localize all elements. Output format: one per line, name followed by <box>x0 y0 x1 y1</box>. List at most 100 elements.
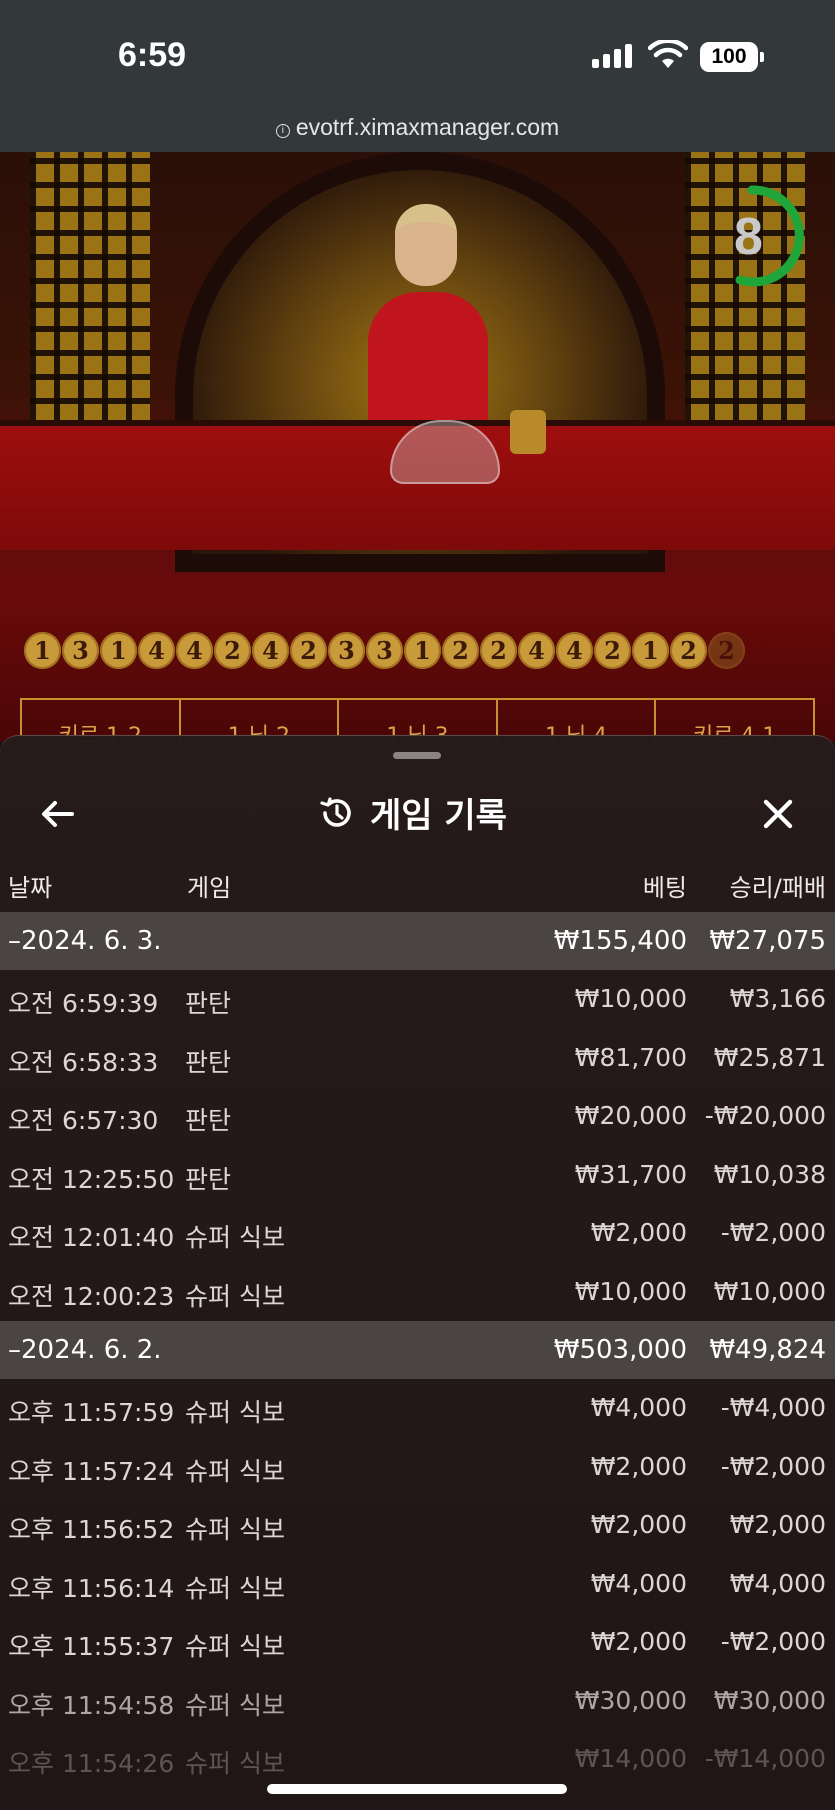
row-bet: ₩4,000 <box>590 1568 687 1598</box>
history-list: –2024. 6. 3. ₩155,400 ₩27,075 오전 6:59:39… <box>0 912 835 1789</box>
day-header[interactable]: –2024. 6. 3. ₩155,400 ₩27,075 <box>0 912 835 970</box>
title-text: 게임 기록 <box>370 796 507 836</box>
history-row[interactable]: 오전 6:59:39 판탄 ₩10,000 ₩3,166 <box>0 970 835 1029</box>
row-result: -₩4,000 <box>720 1393 826 1422</box>
home-indicator[interactable] <box>267 1784 567 1794</box>
row-game: 슈퍼 식보 <box>185 1515 285 1544</box>
history-row[interactable]: 오후 11:54:26 슈퍼 식보 ₩14,000 -₩14,000 <box>0 1730 835 1789</box>
history-row[interactable]: 오후 11:57:59 슈퍼 식보 ₩4,000 -₩4,000 <box>0 1379 835 1438</box>
arrow-left-icon[interactable] <box>36 792 80 836</box>
game-history-panel: 게임 기록 날짜 게임 베팅 승리/패배 –2024. 6. 3. ₩155,4… <box>0 735 835 1810</box>
row-game: 슈퍼 식보 <box>185 1632 285 1661</box>
row-result: ₩2,000 <box>729 1510 826 1539</box>
history-ball: 3 <box>62 632 99 669</box>
row-game: 판탄 <box>185 1047 232 1077</box>
row-game: 슈퍼 식보 <box>185 1749 285 1778</box>
column-game: 게임 <box>187 874 232 902</box>
dealer-head <box>395 204 457 286</box>
history-row[interactable]: 오전 6:58:33 판탄 ₩81,700 ₩25,871 <box>0 1029 835 1088</box>
panel-title: 게임 기록 <box>318 788 507 837</box>
day-bet-total: ₩155,400 <box>553 926 687 956</box>
timer-value: 8 <box>734 208 763 266</box>
history-ball: 2 <box>442 632 479 669</box>
row-bet: ₩2,000 <box>590 1451 687 1481</box>
history-row[interactable]: 오후 11:55:37 슈퍼 식보 ₩2,000 -₩2,000 <box>0 1613 835 1672</box>
row-time: 오후 11:54:26 <box>8 1749 175 1778</box>
cellular-signal-icon <box>592 44 632 68</box>
row-time: 오전 6:57:30 <box>8 1106 159 1135</box>
day-result-total: ₩27,075 <box>709 926 826 956</box>
column-result: 승리/패배 <box>729 874 826 902</box>
info-icon: i <box>275 124 290 138</box>
history-row[interactable]: 오전 6:57:30 판탄 ₩20,000 -₩20,000 <box>0 1087 835 1146</box>
clock: 6:59 <box>118 36 187 74</box>
history-ball: 2 <box>708 632 745 669</box>
history-row[interactable]: 오후 11:54:58 슈퍼 식보 ₩30,000 ₩30,000 <box>0 1672 835 1731</box>
row-game: 슈퍼 식보 <box>185 1223 285 1252</box>
history-row[interactable]: 오전 12:25:50 판탄 ₩31,700 ₩10,038 <box>0 1146 835 1205</box>
history-ball: 3 <box>328 632 365 669</box>
row-bet: ₩81,700 <box>574 1042 687 1072</box>
history-ball: 1 <box>404 632 441 669</box>
row-result: -₩2,000 <box>720 1627 826 1656</box>
row-bet: ₩4,000 <box>590 1393 687 1422</box>
history-row[interactable]: 오후 11:57:24 슈퍼 식보 ₩2,000 -₩2,000 <box>0 1438 835 1497</box>
row-time: 오전 12:01:40 <box>8 1223 175 1252</box>
history-row[interactable]: 오후 11:56:14 슈퍼 식보 ₩4,000 ₩4,000 <box>0 1555 835 1614</box>
lattice-panel-left <box>30 152 150 452</box>
countdown-timer: 8 <box>734 185 804 287</box>
column-date: 날짜 <box>8 874 53 902</box>
history-ball: 4 <box>556 632 593 669</box>
row-bet: ₩14,000 <box>574 1744 687 1773</box>
row-result: ₩4,000 <box>729 1568 826 1598</box>
history-ball: 1 <box>632 632 669 669</box>
day-date: –2024. 6. 3. <box>8 926 162 956</box>
brass-cup <box>510 410 546 454</box>
battery-icon: 100 <box>700 42 764 72</box>
row-time: 오후 11:54:58 <box>8 1690 175 1720</box>
row-bet: ₩30,000 <box>574 1685 687 1715</box>
row-result: ₩10,038 <box>713 1159 826 1189</box>
drag-handle[interactable] <box>393 752 441 759</box>
row-result: -₩2,000 <box>720 1218 826 1247</box>
row-bet: ₩2,000 <box>590 1510 687 1539</box>
row-game: 슈퍼 식보 <box>185 1456 285 1486</box>
row-time: 오후 11:56:14 <box>8 1573 175 1603</box>
status-bar: 6:59 100 i evotrf.ximaxmanager.com <box>0 0 835 152</box>
address-bar[interactable]: i evotrf.ximaxmanager.com <box>0 114 835 141</box>
row-result: -₩2,000 <box>720 1451 826 1481</box>
history-ball: 2 <box>480 632 517 669</box>
day-result-total: ₩49,824 <box>709 1335 826 1365</box>
history-icon <box>320 796 351 827</box>
row-time: 오후 11:55:37 <box>8 1632 175 1661</box>
history-row[interactable]: 오전 12:00:23 슈퍼 식보 ₩10,000 ₩10,000 <box>0 1263 835 1322</box>
day-date: –2024. 6. 2. <box>8 1335 162 1365</box>
row-bet: ₩10,000 <box>574 1276 687 1306</box>
history-ball: 1 <box>24 632 61 669</box>
column-headers: 날짜 게임 베팅 승리/패배 <box>0 860 835 910</box>
close-icon[interactable] <box>756 792 800 836</box>
row-result: ₩25,871 <box>713 1042 826 1072</box>
history-row[interactable]: 오전 12:01:40 슈퍼 식보 ₩2,000 -₩2,000 <box>0 1204 835 1263</box>
history-ball: 4 <box>138 632 175 669</box>
row-game: 판탄 <box>185 989 232 1018</box>
history-ball: 4 <box>518 632 555 669</box>
url-text: evotrf.ximaxmanager.com <box>295 114 560 140</box>
row-time: 오후 11:56:52 <box>8 1515 175 1544</box>
wifi-icon <box>648 40 688 68</box>
history-row[interactable]: 오후 11:56:52 슈퍼 식보 ₩2,000 ₩2,000 <box>0 1496 835 1555</box>
row-game: 슈퍼 식보 <box>185 1690 285 1720</box>
history-ball: 2 <box>670 632 707 669</box>
day-bet-total: ₩503,000 <box>553 1335 687 1365</box>
row-game: 슈퍼 식보 <box>185 1398 285 1427</box>
row-time: 오전 12:00:23 <box>8 1281 175 1311</box>
row-time: 오전 12:25:50 <box>8 1164 175 1194</box>
history-ball: 3 <box>366 632 403 669</box>
row-result: -₩14,000 <box>704 1744 826 1773</box>
row-game: 슈퍼 식보 <box>185 1281 285 1311</box>
history-ball: 2 <box>214 632 251 669</box>
result-history: 1 3 1 4 4 2 4 2 3 3 1 2 2 4 4 2 1 2 2 <box>24 632 745 669</box>
row-result: ₩3,166 <box>729 984 826 1013</box>
day-header[interactable]: –2024. 6. 2. ₩503,000 ₩49,824 <box>0 1321 835 1379</box>
row-result: -₩20,000 <box>704 1101 826 1130</box>
